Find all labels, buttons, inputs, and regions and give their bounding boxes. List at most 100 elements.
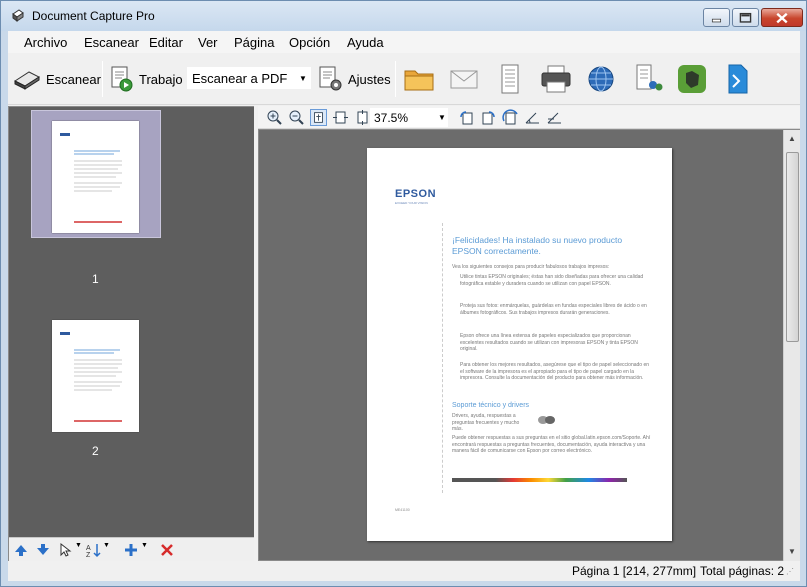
zoom-in-icon[interactable] [266,109,283,126]
thumbnail-selected[interactable] [31,110,161,238]
epson-tagline: EXCEED YOUR VISION [395,201,428,205]
svg-text:A: A [86,545,91,552]
fit-page-icon[interactable] [310,109,327,126]
job-icon [111,66,133,92]
zoom-select[interactable]: 37.5% ▼ [370,108,448,127]
app-icon [12,9,24,22]
scan-label: Escanear [46,71,101,87]
minimize-button[interactable] [703,8,730,27]
document-list-icon[interactable] [492,61,528,97]
job-select-value: Escanear a PDF [192,70,288,86]
status-bar: Página 1 [214, 277mm] Total páginas: 2 ⋰ [8,561,800,581]
page-viewer[interactable]: EPSON EXCEED YOUR VISION ¡Felicidades! H… [258,129,800,561]
scroll-down-icon[interactable]: ▼ [784,543,800,561]
chevron-down-icon: ▼ [299,73,307,83]
toolbar-divider [102,61,103,97]
menu-ver[interactable]: Ver [198,35,218,50]
scroll-up-icon[interactable]: ▲ [784,130,800,148]
page-divider [442,223,443,493]
add-icon[interactable] [123,542,139,558]
menu-pagina[interactable]: Página [234,35,274,50]
menu-editar[interactable]: Editar [149,35,183,50]
move-up-icon[interactable] [13,542,29,558]
close-icon [776,12,788,24]
maximize-button[interactable] [732,8,759,27]
skew-right-icon[interactable] [546,109,563,126]
minimize-icon [711,18,722,23]
thumbnail-list: 1 2 [9,107,255,537]
skew-left-icon[interactable] [524,109,541,126]
menu-archivo[interactable]: Archivo [24,35,67,50]
sort-icon[interactable]: AZ [85,542,101,558]
rotate-left-icon[interactable] [458,109,475,126]
zoom-out-icon[interactable] [288,109,305,126]
thumbnail-preview [60,332,122,422]
rotate-180-icon[interactable] [502,109,519,126]
scrollbar-thumb[interactable] [786,152,799,342]
printer-icon[interactable] [538,61,574,97]
folder-icon[interactable] [401,61,437,97]
thumbnail-number: 2 [92,444,99,458]
toolbar-divider [395,61,396,97]
document-page: EPSON EXCEED YOUR VISION ¡Felicidades! H… [367,148,672,541]
delete-icon[interactable] [159,542,175,558]
vertical-scrollbar[interactable]: ▲ ▼ [783,130,800,561]
rotate-right-icon[interactable] [480,109,497,126]
document-bullet: Proteja sus fotos: enmárquelas, guárdela… [460,303,647,316]
job-select[interactable]: Escanear a PDF ▼ [187,67,311,89]
close-button[interactable] [761,8,803,27]
support-heading: Soporte técnico y drivers [452,402,530,409]
viewer-toolbar: 37.5% ▼ [258,106,800,129]
document-heading: ¡Felicidades! Ha instalado su nuevo prod… [452,235,623,256]
settings-label: Ajustes [348,71,391,87]
epson-logo: EPSON [395,188,437,200]
menu-ayuda[interactable]: Ayuda [347,35,384,50]
move-down-icon[interactable] [35,542,51,558]
document-bullet: Utilice tintas EPSON originales; éstas h… [460,274,644,287]
chevron-down-icon[interactable]: ▼ [103,542,119,558]
maximize-icon [739,12,752,23]
app-window: Document Capture Pro Archivo Escanear Ed… [0,0,807,587]
color-strip [452,478,627,482]
resize-grip-icon[interactable]: ⋰ [786,567,794,576]
menu-bar: Archivo Escanear Editar Ver Página Opció… [8,31,800,53]
disc-icon [538,416,555,424]
page-info: Página 1 [214, 277mm] [572,564,697,578]
settings-button[interactable]: Ajustes [318,59,391,99]
menu-escanear[interactable]: Escanear [84,35,139,50]
window-title: Document Capture Pro [32,9,155,23]
thumbnail-page [52,121,139,233]
mail-icon[interactable] [446,61,482,97]
scanner-icon [13,71,41,90]
zoom-value: 37.5% [374,110,409,125]
document-bullet: Epson ofrece una línea extensa de papele… [460,333,638,352]
total-pages: Total páginas: 2 [700,564,785,578]
job-button[interactable]: Trabajo [109,59,183,99]
support-detail: Puede obtener respuestas a sus preguntas… [452,435,651,454]
title-bar[interactable]: Document Capture Pro [1,1,806,31]
settings-icon [319,66,342,91]
thumbnail-preview [60,133,122,223]
scan-button[interactable]: Escanear [12,59,101,99]
thumbnail-toolbar: ▼ AZ ▼ ▼ [9,537,255,562]
document-code: ME41100 [395,508,410,512]
chevron-down-icon[interactable]: ▼ [141,542,157,558]
fit-width-icon[interactable] [332,109,349,126]
cloud-service-icon[interactable] [719,61,755,97]
sharepoint-icon[interactable] [629,61,665,97]
chevron-down-icon: ▼ [438,113,446,122]
document-bullet: Para obtener los mejores resultados, ase… [460,362,650,381]
pointer-icon[interactable] [57,542,73,558]
svg-text:Z: Z [86,552,91,558]
document-intro: Vea los siguientes consejos para produci… [452,264,610,270]
fit-height-icon[interactable] [354,109,371,126]
globe-icon[interactable] [583,61,619,97]
evernote-icon[interactable] [674,61,710,97]
thumbnail-page-2[interactable] [52,320,139,432]
client-area: Archivo Escanear Editar Ver Página Opció… [8,31,800,581]
thumbnail-number: 1 [92,272,99,286]
thumbnail-panel: 1 2 ▼ AZ ▼ ▼ [8,106,255,562]
support-text: Drivers, ayuda, respuestas a preguntas f… [452,413,520,432]
menu-opcion[interactable]: Opción [289,35,330,50]
job-label: Trabajo [139,71,183,87]
